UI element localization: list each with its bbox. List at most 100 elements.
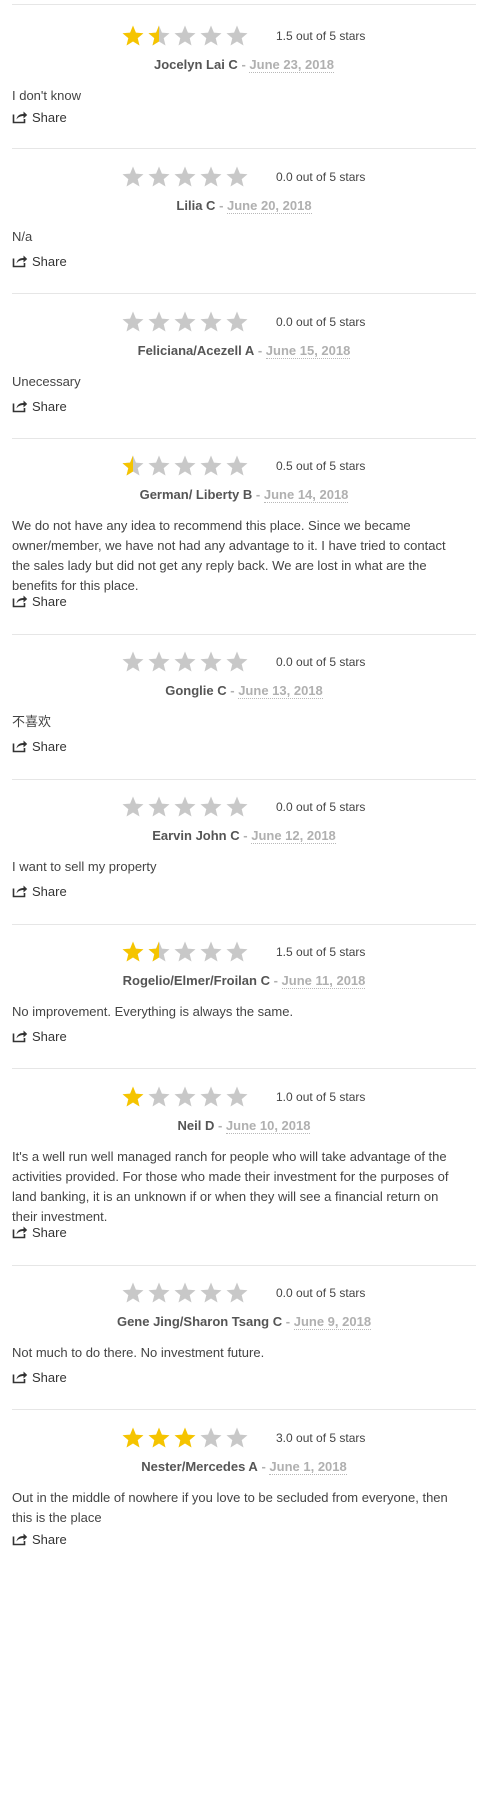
rating-row: 0.0 out of 5 stars	[0, 1281, 488, 1305]
star-empty-icon	[173, 24, 199, 48]
star-empty-icon	[199, 1281, 225, 1305]
review-date-text: June 14, 2018	[263, 487, 349, 503]
review-date: - June 14, 2018	[255, 487, 349, 503]
review-text: I want to sell my property	[12, 859, 157, 874]
star-filled-icon	[121, 1426, 147, 1450]
star-empty-icon	[147, 165, 173, 189]
share-icon	[12, 254, 28, 271]
share-icon	[12, 110, 28, 127]
rating-text: 0.0 out of 5 stars	[276, 800, 366, 814]
star-empty-icon	[225, 1426, 251, 1450]
rating-text: 1.5 out of 5 stars	[276, 29, 366, 43]
share-button[interactable]: Share	[12, 1370, 67, 1388]
share-icon	[12, 1370, 28, 1387]
rating-row: 1.0 out of 5 stars	[0, 1085, 488, 1109]
reviewer-name: Nester/Mercedes A	[141, 1459, 258, 1474]
star-empty-icon	[121, 310, 147, 334]
share-button[interactable]: Share	[12, 1532, 67, 1550]
reviewer-name: Neil D	[177, 1118, 215, 1133]
star-empty-icon	[173, 650, 199, 674]
review-byline: Lilia C - June 20, 2018	[0, 198, 488, 214]
review-byline: Rogelio/Elmer/Froilan C - June 11, 2018	[0, 973, 488, 989]
star-empty-icon	[147, 310, 173, 334]
review-text: It's a well run well managed ranch for p…	[12, 1149, 449, 1224]
rating-text: 0.0 out of 5 stars	[276, 170, 366, 184]
star-filled-icon	[121, 24, 147, 48]
star-empty-icon	[199, 650, 225, 674]
star-empty-icon	[199, 165, 225, 189]
review-byline: Gonglie C - June 13, 2018	[0, 683, 488, 699]
review-text: Unecessary	[12, 374, 81, 389]
review-date-text: June 9, 2018	[293, 1314, 372, 1330]
share-icon	[12, 884, 28, 901]
rating-text: 1.5 out of 5 stars	[276, 945, 366, 959]
rating-text: 0.0 out of 5 stars	[276, 655, 366, 669]
share-button[interactable]: Share	[12, 1029, 67, 1047]
rating-text: 0.0 out of 5 stars	[276, 315, 366, 329]
share-label: Share	[32, 884, 67, 899]
review-date-text: June 13, 2018	[238, 683, 323, 699]
reviewer-name: German/ Liberty B	[139, 487, 253, 502]
star-empty-icon	[225, 650, 251, 674]
share-button[interactable]: Share	[12, 254, 67, 272]
share-icon	[12, 399, 28, 416]
review-byline: Earvin John C - June 12, 2018	[0, 828, 488, 844]
star-empty-icon	[121, 650, 147, 674]
star-empty-icon	[121, 795, 147, 819]
review-divider	[12, 293, 476, 294]
star-empty-icon	[173, 310, 199, 334]
review-byline: Gene Jing/Sharon Tsang C - June 9, 2018	[0, 1314, 488, 1330]
star-empty-icon	[199, 795, 225, 819]
review-byline: German/ Liberty B - June 14, 2018	[0, 487, 488, 503]
star-filled-icon	[121, 1085, 147, 1109]
review-text: N/a	[12, 229, 33, 244]
rating-row: 1.5 out of 5 stars	[0, 24, 488, 48]
star-filled-icon	[173, 1426, 199, 1450]
share-button[interactable]: Share	[12, 399, 67, 417]
rating-row: 1.5 out of 5 stars	[0, 940, 488, 964]
share-icon	[12, 1029, 28, 1046]
star-empty-icon	[225, 1085, 251, 1109]
star-empty-icon	[199, 940, 225, 964]
rating-row: 0.0 out of 5 stars	[0, 795, 488, 819]
star-empty-icon	[121, 165, 147, 189]
star-filled-icon	[121, 940, 147, 964]
star-empty-icon	[173, 165, 199, 189]
share-button[interactable]: Share	[12, 594, 67, 612]
review-date: - June 23, 2018	[241, 57, 334, 73]
share-label: Share	[32, 1532, 67, 1547]
star-filled-icon	[147, 1426, 173, 1450]
share-icon	[12, 1225, 28, 1242]
review-divider	[12, 634, 476, 635]
star-empty-icon	[173, 940, 199, 964]
star-rating	[121, 24, 271, 48]
reviewer-name: Lilia C	[176, 198, 216, 213]
share-icon	[12, 594, 28, 611]
rating-row: 0.0 out of 5 stars	[0, 310, 488, 334]
share-label: Share	[32, 110, 67, 125]
reviewer-name: Rogelio/Elmer/Froilan C	[122, 973, 270, 988]
star-empty-icon	[147, 650, 173, 674]
share-button[interactable]: Share	[12, 884, 67, 902]
star-empty-icon	[173, 1281, 199, 1305]
review-divider	[12, 1265, 476, 1266]
share-button[interactable]: Share	[12, 110, 67, 128]
star-empty-icon	[225, 795, 251, 819]
share-button[interactable]: Share	[12, 1225, 67, 1243]
star-empty-icon	[147, 795, 173, 819]
rating-text: 3.0 out of 5 stars	[276, 1431, 366, 1445]
star-empty-icon	[199, 1085, 225, 1109]
star-rating	[121, 165, 271, 189]
reviewer-name: Gene Jing/Sharon Tsang C	[116, 1314, 283, 1329]
star-rating	[121, 454, 271, 478]
share-button[interactable]: Share	[12, 739, 67, 757]
share-icon	[12, 739, 28, 756]
review-date: - June 12, 2018	[243, 828, 336, 844]
star-empty-icon	[173, 795, 199, 819]
review-date-text: June 20, 2018	[227, 198, 312, 214]
star-empty-icon	[225, 165, 251, 189]
review-byline: Jocelyn Lai C - June 23, 2018	[0, 57, 488, 73]
review-date: - June 9, 2018	[285, 1314, 372, 1330]
rating-text: 0.5 out of 5 stars	[276, 459, 366, 473]
reviewer-name: Jocelyn Lai C	[154, 57, 238, 72]
